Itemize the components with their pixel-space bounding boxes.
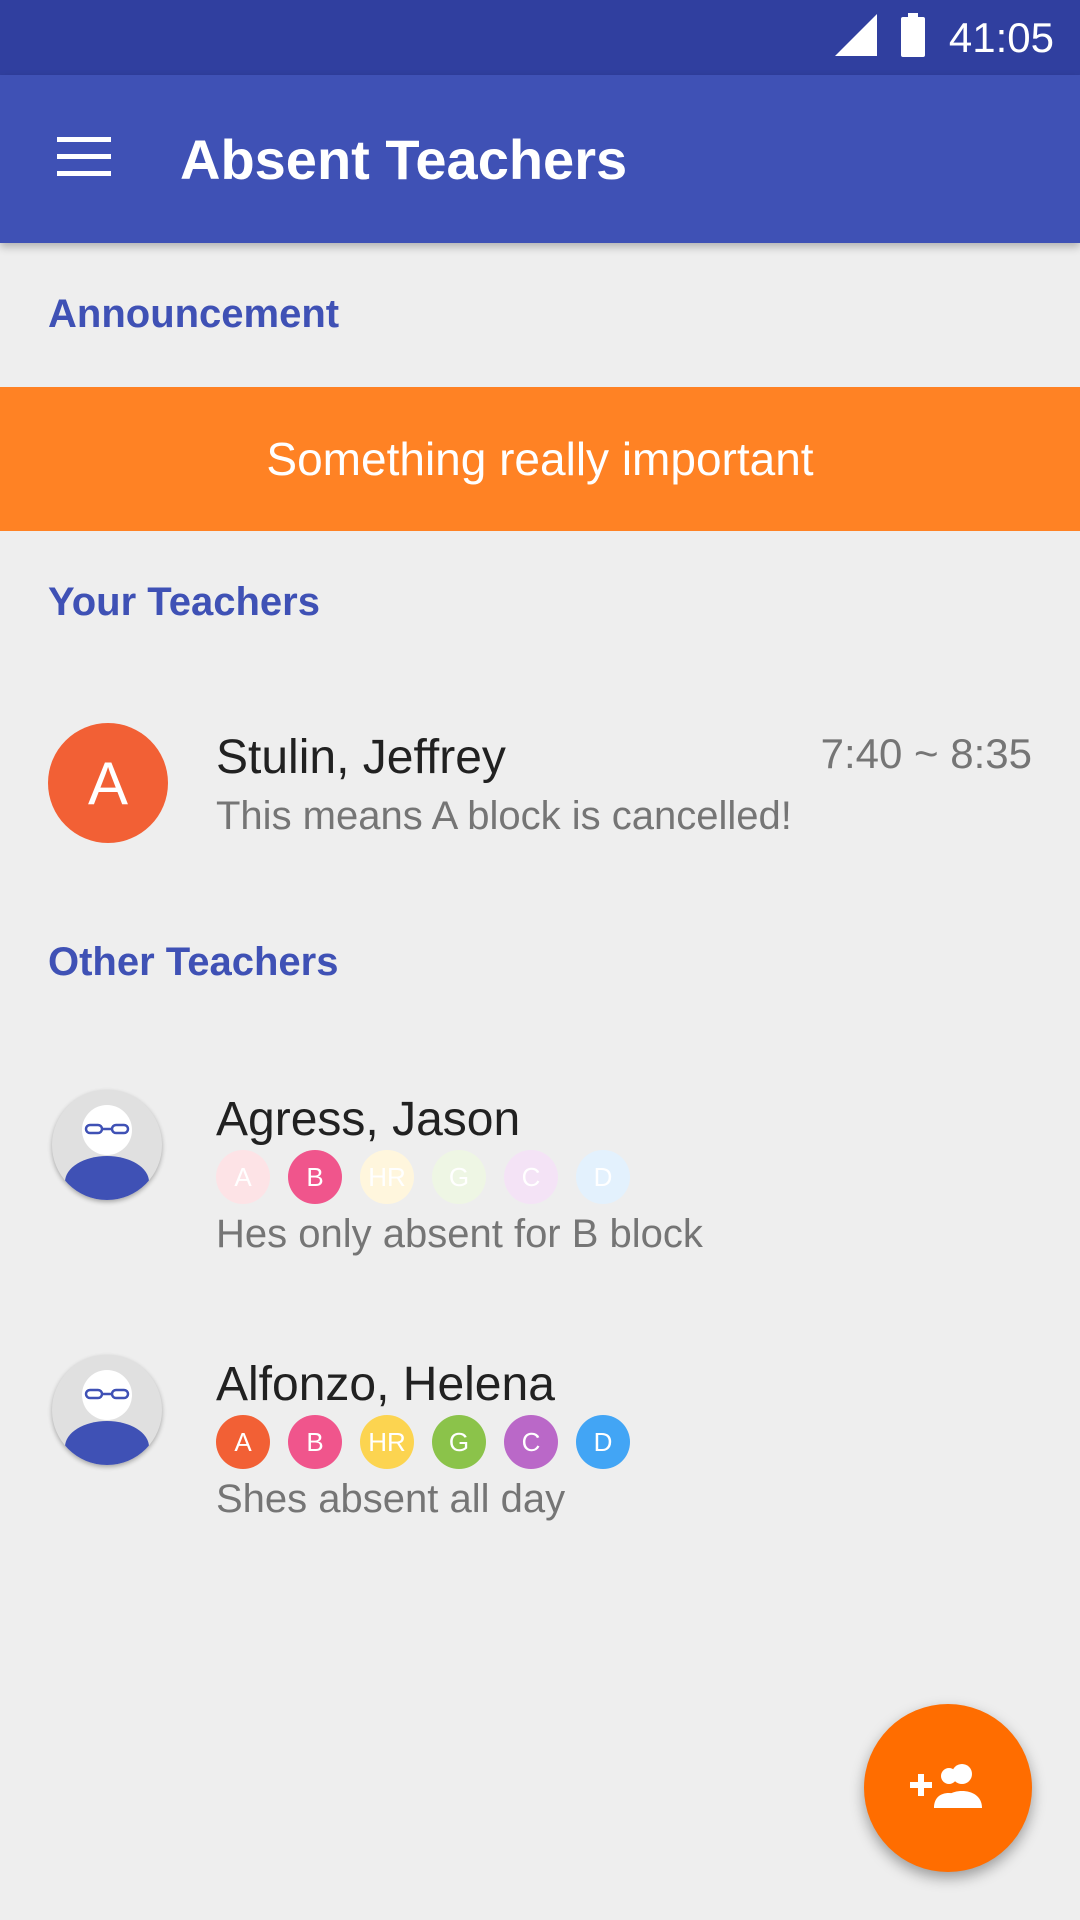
block-chip: G — [432, 1150, 486, 1204]
block-chip: C — [504, 1150, 558, 1204]
person-with-glasses-icon — [65, 1370, 149, 1465]
avatar — [52, 1355, 162, 1465]
your-teachers-header: Your Teachers — [48, 580, 320, 624]
app-bar: Absent Teachers — [0, 75, 1080, 243]
cell-signal-icon — [834, 14, 877, 61]
teacher-list-item[interactable]: Agress, Jason A B HR G C D Hes only abse… — [0, 1080, 1080, 1280]
block-chip: B — [288, 1150, 342, 1204]
status-icons: 41:05 — [834, 0, 1054, 75]
teacher-list-item[interactable]: Alfonzo, Helena A B HR G C D Shes absent… — [0, 1345, 1080, 1545]
block-chips: A B HR G C D — [216, 1415, 630, 1469]
announcement-header: Announcement — [48, 292, 340, 336]
teacher-note: This means A block is cancelled! — [216, 794, 792, 838]
hamburger-menu-icon — [57, 136, 111, 182]
teacher-list-item[interactable]: A Stulin, Jeffrey 7:40 ~ 8:35 This means… — [0, 700, 1080, 880]
announcement-banner[interactable]: Something really important — [0, 387, 1080, 531]
block-chip: A — [216, 1415, 270, 1469]
other-teachers-header: Other Teachers — [48, 940, 339, 984]
add-group-icon — [910, 1762, 986, 1815]
block-chip: HR — [360, 1415, 414, 1469]
block-chip: D — [576, 1415, 630, 1469]
block-chips: A B HR G C D — [216, 1150, 630, 1204]
add-teacher-button[interactable] — [864, 1704, 1032, 1872]
avatar: A — [48, 723, 168, 843]
block-chip: B — [288, 1415, 342, 1469]
page-title: Absent Teachers — [180, 127, 628, 191]
person-with-glasses-icon — [65, 1105, 149, 1200]
teacher-name: Stulin, Jeffrey — [216, 731, 506, 784]
clock: 41:05 — [948, 13, 1054, 61]
block-chip: A — [216, 1150, 270, 1204]
teacher-note: Hes only absent for B block — [216, 1212, 703, 1256]
teacher-name: Agress, Jason — [216, 1093, 521, 1146]
battery-icon — [900, 13, 925, 62]
avatar — [52, 1090, 162, 1200]
announcement-text: Something really important — [266, 433, 814, 485]
block-chip: D — [576, 1150, 630, 1204]
block-chip: G — [432, 1415, 486, 1469]
absence-time: 7:40 ~ 8:35 — [820, 730, 1032, 777]
teacher-note: Shes absent all day — [216, 1477, 566, 1521]
menu-button[interactable] — [40, 119, 128, 199]
block-chip: C — [504, 1415, 558, 1469]
status-bar: 41:05 — [0, 0, 1080, 75]
teacher-name: Alfonzo, Helena — [216, 1358, 555, 1411]
block-chip: HR — [360, 1150, 414, 1204]
